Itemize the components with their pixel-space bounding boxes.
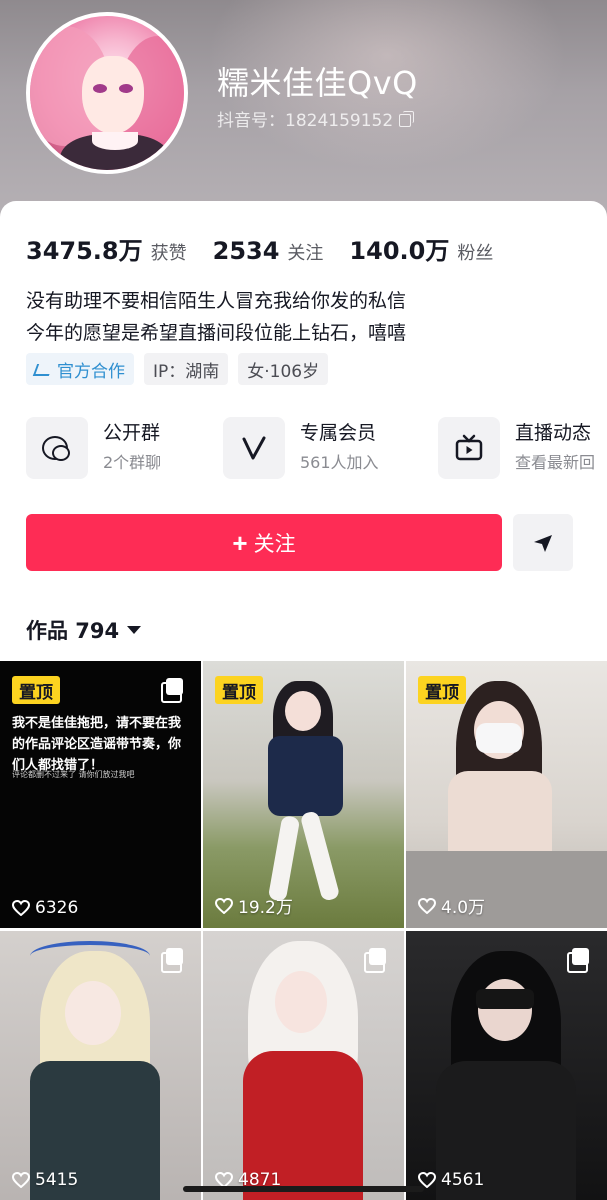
likes-count: 6326 (35, 898, 79, 918)
works-tab-label: 作品 794 (26, 619, 120, 643)
works-tab[interactable]: 作品 794 (26, 615, 142, 645)
feature-subtitle: 查看最新回 (515, 453, 596, 472)
multi-image-icon (161, 678, 185, 703)
paper-plane-icon (534, 534, 552, 552)
tile-subcaption: 评论都删不过来了 请你们放过我吧 (12, 770, 135, 779)
tile-caption: 我不是佳佳拖把，请不要在我的作品评论区造谣带节奏，你们人都找错了！ (12, 716, 182, 773)
likes-count: 5415 (35, 1170, 79, 1190)
grid-tile[interactable]: 置顶 19.2万 (203, 661, 404, 928)
profile-nickname: 糯米佳佳QvQ (217, 64, 418, 102)
heart-icon (12, 900, 30, 916)
tile-likes: 4.0万 (418, 893, 485, 918)
stat-likes-value: 3475.8万 (26, 237, 143, 265)
likes-count: 4561 (441, 1170, 485, 1190)
pinned-badge: 置顶 (215, 676, 263, 704)
send-message-button[interactable] (513, 514, 573, 571)
grid-tile[interactable]: 置顶 4.0万 (406, 661, 607, 928)
bio-line-1: 没有助理不要相信陌生人冒充我给你发的私信 (26, 290, 407, 312)
follow-button-label: 关注 (253, 532, 296, 556)
tile-likes: 6326 (12, 898, 78, 918)
grid-tile[interactable]: 5415 (0, 931, 201, 1200)
heart-icon (418, 897, 436, 914)
stat-likes[interactable]: 3475.8万 获赞 (26, 231, 187, 266)
feature-title: 公开群 (103, 422, 161, 444)
plus-icon: + (232, 527, 248, 558)
avatar[interactable] (26, 12, 188, 174)
tile-likes: 5415 (12, 1170, 78, 1190)
caret-down-icon (127, 626, 142, 634)
tv-icon (438, 417, 500, 479)
feature-exclusive-member[interactable]: 专属会员 561人加入 (223, 417, 379, 479)
tile-likes: 4561 (418, 1170, 484, 1190)
douyin-id[interactable]: 抖音号：1824159152 (217, 106, 415, 131)
pinned-badge: 置顶 (418, 676, 466, 704)
stat-likes-label: 获赞 (150, 243, 187, 264)
bio-line-2: 今年的愿望是希望直播间段位能上钻石，嘻嘻 (26, 322, 407, 344)
multi-image-icon (567, 948, 591, 973)
douyin-id-text: 抖音号：1824159152 (217, 111, 394, 131)
feature-entries: 公开群 2个群聊 专属会员 561人加入 直播动态 查看最新回 (26, 417, 607, 487)
feature-live-updates[interactable]: 直播动态 查看最新回 (438, 417, 595, 479)
official-cooperation-tag[interactable]: 官方合作 (26, 353, 134, 385)
multi-image-icon (364, 948, 388, 973)
home-indicator[interactable] (183, 1186, 424, 1192)
pinned-badge: 置顶 (12, 676, 60, 704)
stat-following-label: 关注 (287, 243, 324, 264)
stat-followers[interactable]: 140.0万 粉丝 (349, 231, 493, 266)
multi-image-icon (161, 948, 185, 973)
works-grid: 置顶 我不是佳佳拖把，请不要在我的作品评论区造谣带节奏，你们人都找错了！ 评论都… (0, 661, 607, 1200)
stat-followers-value: 140.0万 (349, 237, 450, 265)
stat-followers-label: 粉丝 (457, 243, 494, 264)
feature-public-group[interactable]: 公开群 2个群聊 (26, 417, 161, 479)
feature-title: 专属会员 (300, 422, 377, 444)
grid-tile[interactable]: 4561 (406, 931, 607, 1200)
stat-following-value: 2534 (212, 237, 280, 265)
v-icon (223, 417, 285, 479)
handshake-icon (35, 362, 51, 376)
feature-subtitle: 2个群聊 (103, 453, 162, 472)
follow-button[interactable]: + 关注 (26, 514, 502, 571)
feature-subtitle: 561人加入 (300, 453, 379, 472)
stat-following[interactable]: 2534 关注 (213, 237, 324, 265)
tile-likes: 19.2万 (215, 893, 293, 918)
profile-bio: 没有助理不要相信陌生人冒充我给你发的私信 今年的愿望是希望直播间段位能上钻石，嘻… (26, 285, 406, 349)
gender-age-tag: 女·106岁 (238, 353, 329, 385)
copy-icon[interactable] (399, 111, 415, 127)
ip-location-tag: IP：湖南 (144, 353, 229, 385)
chat-bubbles-icon (26, 417, 88, 479)
likes-count: 4.0万 (441, 898, 486, 918)
official-tag-label: 官方合作 (57, 361, 125, 382)
heart-icon (12, 1172, 30, 1188)
likes-count: 19.2万 (238, 898, 293, 918)
grid-tile[interactable]: 置顶 我不是佳佳拖把，请不要在我的作品评论区造谣带节奏，你们人都找错了！ 评论都… (0, 661, 201, 928)
profile-stats: 3475.8万 获赞 2534 关注 140.0万 粉丝 (26, 231, 519, 266)
heart-icon (215, 897, 233, 914)
grid-tile[interactable]: 4871 (203, 931, 404, 1200)
feature-title: 直播动态 (515, 422, 592, 444)
profile-tags: 官方合作 IP：湖南 女·106岁 (26, 353, 329, 385)
